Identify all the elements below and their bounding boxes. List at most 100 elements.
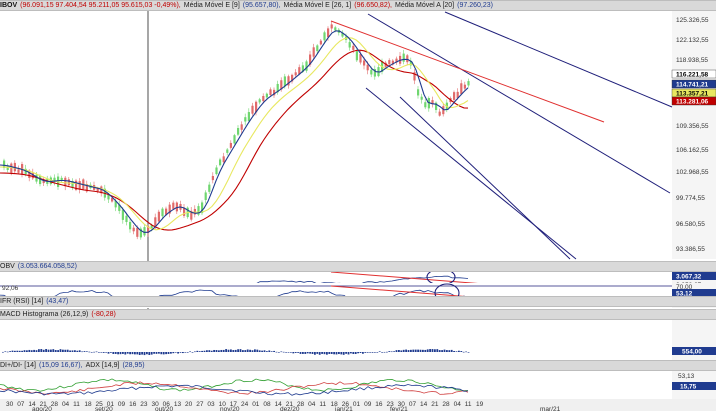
macd-bar — [251, 350, 254, 352]
macd-bar — [66, 349, 69, 352]
symbol-label[interactable]: IBOV — [0, 2, 17, 9]
svg-text:113.281,06: 113.281,06 — [676, 99, 709, 106]
dmi-values: (15,09 16,67), — [38, 362, 83, 369]
macd-bar — [244, 350, 247, 352]
dmi-axis-tag: 15,75 — [680, 384, 697, 391]
dmi-label[interactable]: DI+/DI- [14] — [0, 362, 36, 369]
macd-bar — [143, 352, 146, 356]
macd-bar — [203, 350, 206, 352]
macd-bar — [95, 351, 98, 353]
candle — [233, 133, 236, 145]
macd-bar — [237, 349, 239, 352]
date-tick-label: 04 — [62, 401, 70, 408]
rsi-label[interactable]: IFR (RSI) [14] — [0, 298, 43, 305]
macd-bar — [18, 350, 21, 352]
macd-bar — [434, 349, 436, 352]
price-tag: 113.357,21 — [671, 88, 716, 98]
macd-bar — [311, 352, 314, 354]
macd-bar — [129, 352, 131, 355]
rsi-panel-header: IFR (RSI) [14] (43,47) — [0, 296, 716, 307]
date-tick-label: 19 — [476, 401, 484, 408]
macd-bar — [105, 352, 107, 353]
macd-bar — [170, 352, 172, 354]
month-label: ago/20 — [32, 406, 52, 411]
macd-bar — [114, 352, 117, 354]
date-tick-label: 27 — [196, 401, 204, 408]
ma1-value: (95.657,80), — [242, 2, 281, 9]
chart-canvas[interactable]: 125.326,55122.132,55118.938,55112.550,55… — [0, 0, 716, 411]
month-label: out/20 — [155, 406, 173, 411]
macd-bar — [242, 350, 244, 352]
dmi-panel[interactable] — [0, 371, 672, 399]
macd-bar — [14, 350, 16, 352]
date-tick-label: 11 — [465, 401, 472, 408]
macd-bar — [249, 349, 251, 352]
macd-bar — [414, 349, 417, 352]
macd-bar — [33, 349, 35, 352]
macd-bar — [297, 352, 299, 353]
macd-label[interactable]: MACD Histograma (26,12,9) — [0, 311, 88, 318]
macd-bar — [422, 349, 424, 352]
macd-bar — [4, 351, 7, 353]
macd-bar — [347, 352, 350, 355]
rsi-value: (43,47) — [46, 298, 69, 305]
macd-bar — [177, 352, 179, 354]
macd-bar — [71, 350, 74, 352]
adx-value: (28,95) — [122, 362, 145, 369]
price-tick-label: 109.356,55 — [676, 123, 709, 130]
macd-bar — [126, 352, 129, 354]
macd-bar — [179, 352, 182, 353]
macd-bar — [364, 352, 367, 353]
date-tick-label: 28 — [442, 401, 450, 408]
macd-bar — [314, 352, 316, 355]
date-tick-label: 23 — [140, 401, 148, 408]
ma1-label[interactable]: Média Móvel E [9] — [184, 2, 240, 9]
macd-bar — [282, 351, 285, 353]
macd-bar — [290, 352, 292, 353]
macd-bar — [374, 352, 376, 353]
macd-bar — [330, 352, 333, 354]
macd-bar — [64, 349, 67, 352]
ohlc-readout: (96.091,15 97.404,54 95.211,05 95.615,03… — [20, 2, 181, 9]
macd-bar — [227, 349, 230, 352]
macd-bar — [213, 349, 215, 352]
dmi-panel-header: DI+/DI- [14] (15,09 16,67), ADX [14,9] (28,… — [0, 360, 716, 371]
macd-bar — [335, 352, 338, 355]
macd-bar — [239, 349, 242, 352]
macd-bar — [102, 352, 105, 353]
macd-bar — [230, 349, 232, 352]
macd-bar — [270, 351, 273, 352]
date-tick-label: 03 — [207, 401, 215, 408]
ma3-label[interactable]: Média Móvel A [20] — [395, 2, 454, 9]
macd-bar — [304, 352, 307, 354]
ma2-label[interactable]: Média Móvel E [26, 1] — [284, 2, 352, 9]
ma2-value: (96.650,82), — [354, 2, 392, 9]
macd-bar — [191, 352, 194, 353]
macd-bar — [302, 352, 304, 354]
price-tick-label: 99.774,55 — [676, 195, 705, 202]
macd-bar — [50, 349, 52, 352]
macd-bar — [119, 352, 122, 355]
date-tick-label: 13 — [174, 401, 182, 408]
adx-label[interactable]: ADX [14,9] — [86, 362, 120, 369]
macd-bar — [273, 350, 275, 352]
macd-bar — [83, 351, 86, 352]
macd-bar — [352, 352, 355, 355]
macd-bar — [388, 351, 391, 352]
macd-bar — [167, 352, 170, 354]
macd-bar — [294, 352, 297, 353]
macd-bar — [321, 352, 323, 354]
macd-bar — [261, 350, 263, 352]
obv-label[interactable]: OBV — [0, 263, 15, 270]
macd-bar — [153, 352, 155, 354]
macd-bar — [383, 351, 386, 353]
macd-bar — [38, 349, 40, 352]
macd-bar — [381, 352, 383, 353]
date-tick-label: 14 — [420, 401, 428, 408]
svg-text:114.741,21: 114.741,21 — [676, 82, 709, 89]
macd-bar — [86, 351, 88, 352]
date-tick-label: 18 — [84, 401, 92, 408]
macd-bar — [146, 352, 148, 355]
macd-bar — [438, 350, 441, 352]
macd-bar — [278, 352, 280, 353]
